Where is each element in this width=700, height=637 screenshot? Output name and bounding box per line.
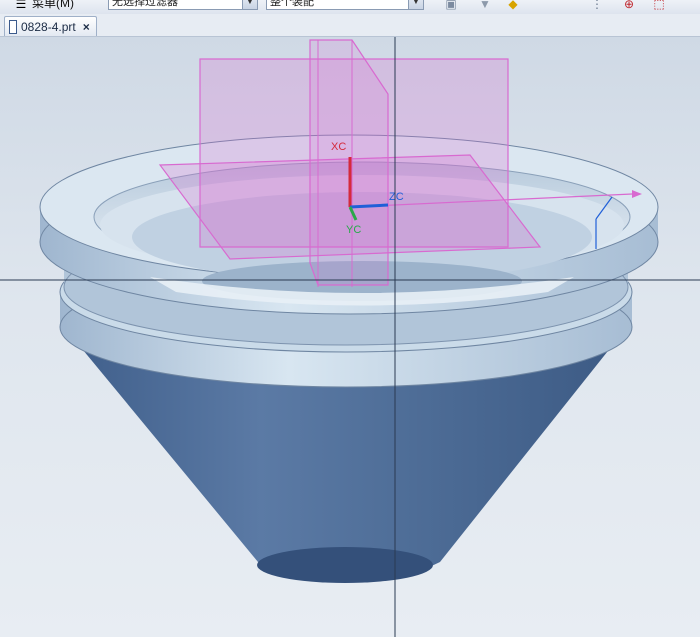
box-select-icon[interactable]: ⬚ — [652, 0, 666, 11]
tab-strip: 0828-4.prt × — [0, 14, 700, 37]
document-icon — [9, 19, 17, 34]
selection-filter-dropdown[interactable]: 无选择过滤器 ▼ — [108, 0, 258, 10]
menu-icon[interactable]: ☰ — [14, 0, 28, 11]
selection-filter-value: 无选择过滤器 — [112, 0, 178, 8]
tab-part-file[interactable]: 0828-4.prt × — [4, 16, 97, 36]
tab-file-name: 0828-4.prt — [21, 19, 76, 34]
component-filter-icon[interactable]: ▣ — [444, 0, 458, 11]
zc-label: ZC — [389, 191, 404, 203]
funnel-icon[interactable]: ▼ — [478, 0, 492, 11]
menu-button[interactable]: 菜单(M) — [32, 0, 74, 11]
selection-scope-value: 整个装配 — [270, 0, 314, 8]
highlight-icon[interactable]: ◆ — [506, 0, 520, 11]
graphics-viewport[interactable]: XC ZC YC — [0, 37, 700, 637]
chevron-down-icon: ▼ — [408, 0, 423, 9]
top-toolbar: ☰ 菜单(M) 无选择过滤器 ▼ 整个装配 ▼ ▣ ▼ ◆ ⋮ ⊕ ⬚ — [0, 0, 700, 15]
snap-point-icon[interactable]: ⋮ — [590, 0, 604, 11]
xc-label: XC — [331, 141, 346, 153]
chevron-down-icon: ▼ — [242, 0, 257, 9]
yc-label: YC — [346, 224, 361, 236]
close-icon[interactable]: × — [83, 20, 90, 34]
model-canvas[interactable]: XC ZC YC — [0, 37, 700, 637]
selection-scope-dropdown[interactable]: 整个装配 ▼ — [266, 0, 424, 10]
crosshair-icon[interactable]: ⊕ — [622, 0, 636, 11]
